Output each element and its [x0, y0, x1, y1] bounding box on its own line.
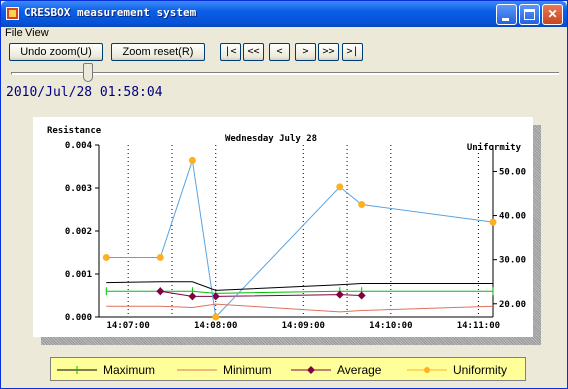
- app-window: CRESBOX measurement system ✕ File View U…: [0, 0, 568, 389]
- menu-view[interactable]: View: [25, 27, 49, 39]
- legend-marker: [424, 367, 430, 373]
- average-point: [357, 291, 366, 300]
- chart-title: Wednesday July 28: [225, 134, 317, 144]
- uniformity-point: [489, 218, 497, 226]
- app-icon: [6, 7, 19, 20]
- y-tick-label: 0.003: [65, 184, 92, 194]
- x-tick-label: 14:08:00: [194, 321, 237, 331]
- y2-axis-label: Uniformity: [467, 142, 522, 153]
- menu-file[interactable]: File: [5, 27, 23, 39]
- minimum-series-line: [106, 303, 494, 313]
- chart-panel: Resistance Uniformity Wednesday July 28 …: [33, 117, 533, 337]
- close-button[interactable]: ✕: [542, 4, 563, 25]
- uniformity-point: [188, 156, 196, 164]
- window-title: CRESBOX measurement system: [24, 6, 197, 19]
- nav-back-button[interactable]: <: [269, 43, 290, 61]
- average-point: [335, 290, 344, 299]
- maximize-icon: [524, 9, 535, 20]
- legend-marker: [307, 366, 315, 374]
- chart-legend: Maximum Minimum Average Uniformity: [50, 357, 526, 381]
- nav-fast-back-button[interactable]: <<: [243, 43, 264, 61]
- y-tick-label: 0.000: [65, 313, 92, 323]
- legend-label: Minimum: [223, 363, 272, 377]
- x-tick-label: 14:09:00: [282, 321, 325, 331]
- minimize-icon: [502, 18, 509, 21]
- close-icon: ✕: [547, 7, 558, 21]
- uniformity-point: [212, 313, 220, 321]
- zoom-reset-button[interactable]: Zoom reset(R): [111, 43, 205, 61]
- uniformity-point: [102, 253, 110, 261]
- y2-tick-label: 30.00: [499, 256, 526, 266]
- nav-forward-button[interactable]: >: [295, 43, 316, 61]
- time-slider-track[interactable]: [11, 72, 559, 75]
- x-tick-label: 14:10:00: [369, 321, 412, 331]
- x-tick-label: 14:11:00: [457, 321, 500, 331]
- legend-label: Uniformity: [453, 363, 507, 377]
- legend-label: Average: [337, 363, 382, 377]
- legend-label: Maximum: [103, 363, 155, 377]
- current-timestamp: 2010/Jul/28 01:58:04: [6, 85, 163, 100]
- y2-tick-label: 20.00: [499, 300, 526, 310]
- y2-tick-label: 40.00: [499, 212, 526, 222]
- chart-svg: Resistance Uniformity Wednesday July 28 …: [47, 125, 526, 331]
- uniformity-point: [336, 183, 344, 191]
- y-tick-label: 0.001: [65, 270, 92, 280]
- y-tick-label: 0.002: [65, 227, 92, 237]
- nav-last-button[interactable]: >|: [342, 43, 363, 61]
- menu-bar: File View: [1, 27, 567, 40]
- uniformity-point: [358, 201, 366, 209]
- nav-fast-forward-button[interactable]: >>: [318, 43, 339, 61]
- title-bar[interactable]: CRESBOX measurement system ✕: [1, 1, 567, 27]
- undo-zoom-button[interactable]: Undo zoom(U): [9, 43, 103, 61]
- reference-series-line: [106, 281, 493, 291]
- y-axis-label: Resistance: [47, 125, 102, 136]
- average-point: [156, 287, 165, 296]
- x-tick-label: 14:07:00: [107, 321, 150, 331]
- y-tick-label: 0.004: [65, 141, 93, 151]
- time-slider-thumb[interactable]: [82, 63, 93, 82]
- uniformity-point: [156, 253, 164, 261]
- y2-tick-label: 50.00: [499, 167, 526, 177]
- minimize-button[interactable]: [496, 4, 517, 25]
- legend-svg: Maximum Minimum Average Uniformity: [57, 363, 507, 377]
- average-point: [188, 292, 197, 301]
- nav-first-button[interactable]: |<: [220, 43, 241, 61]
- maximize-button[interactable]: [519, 4, 540, 25]
- uniformity-series-line: [106, 160, 494, 319]
